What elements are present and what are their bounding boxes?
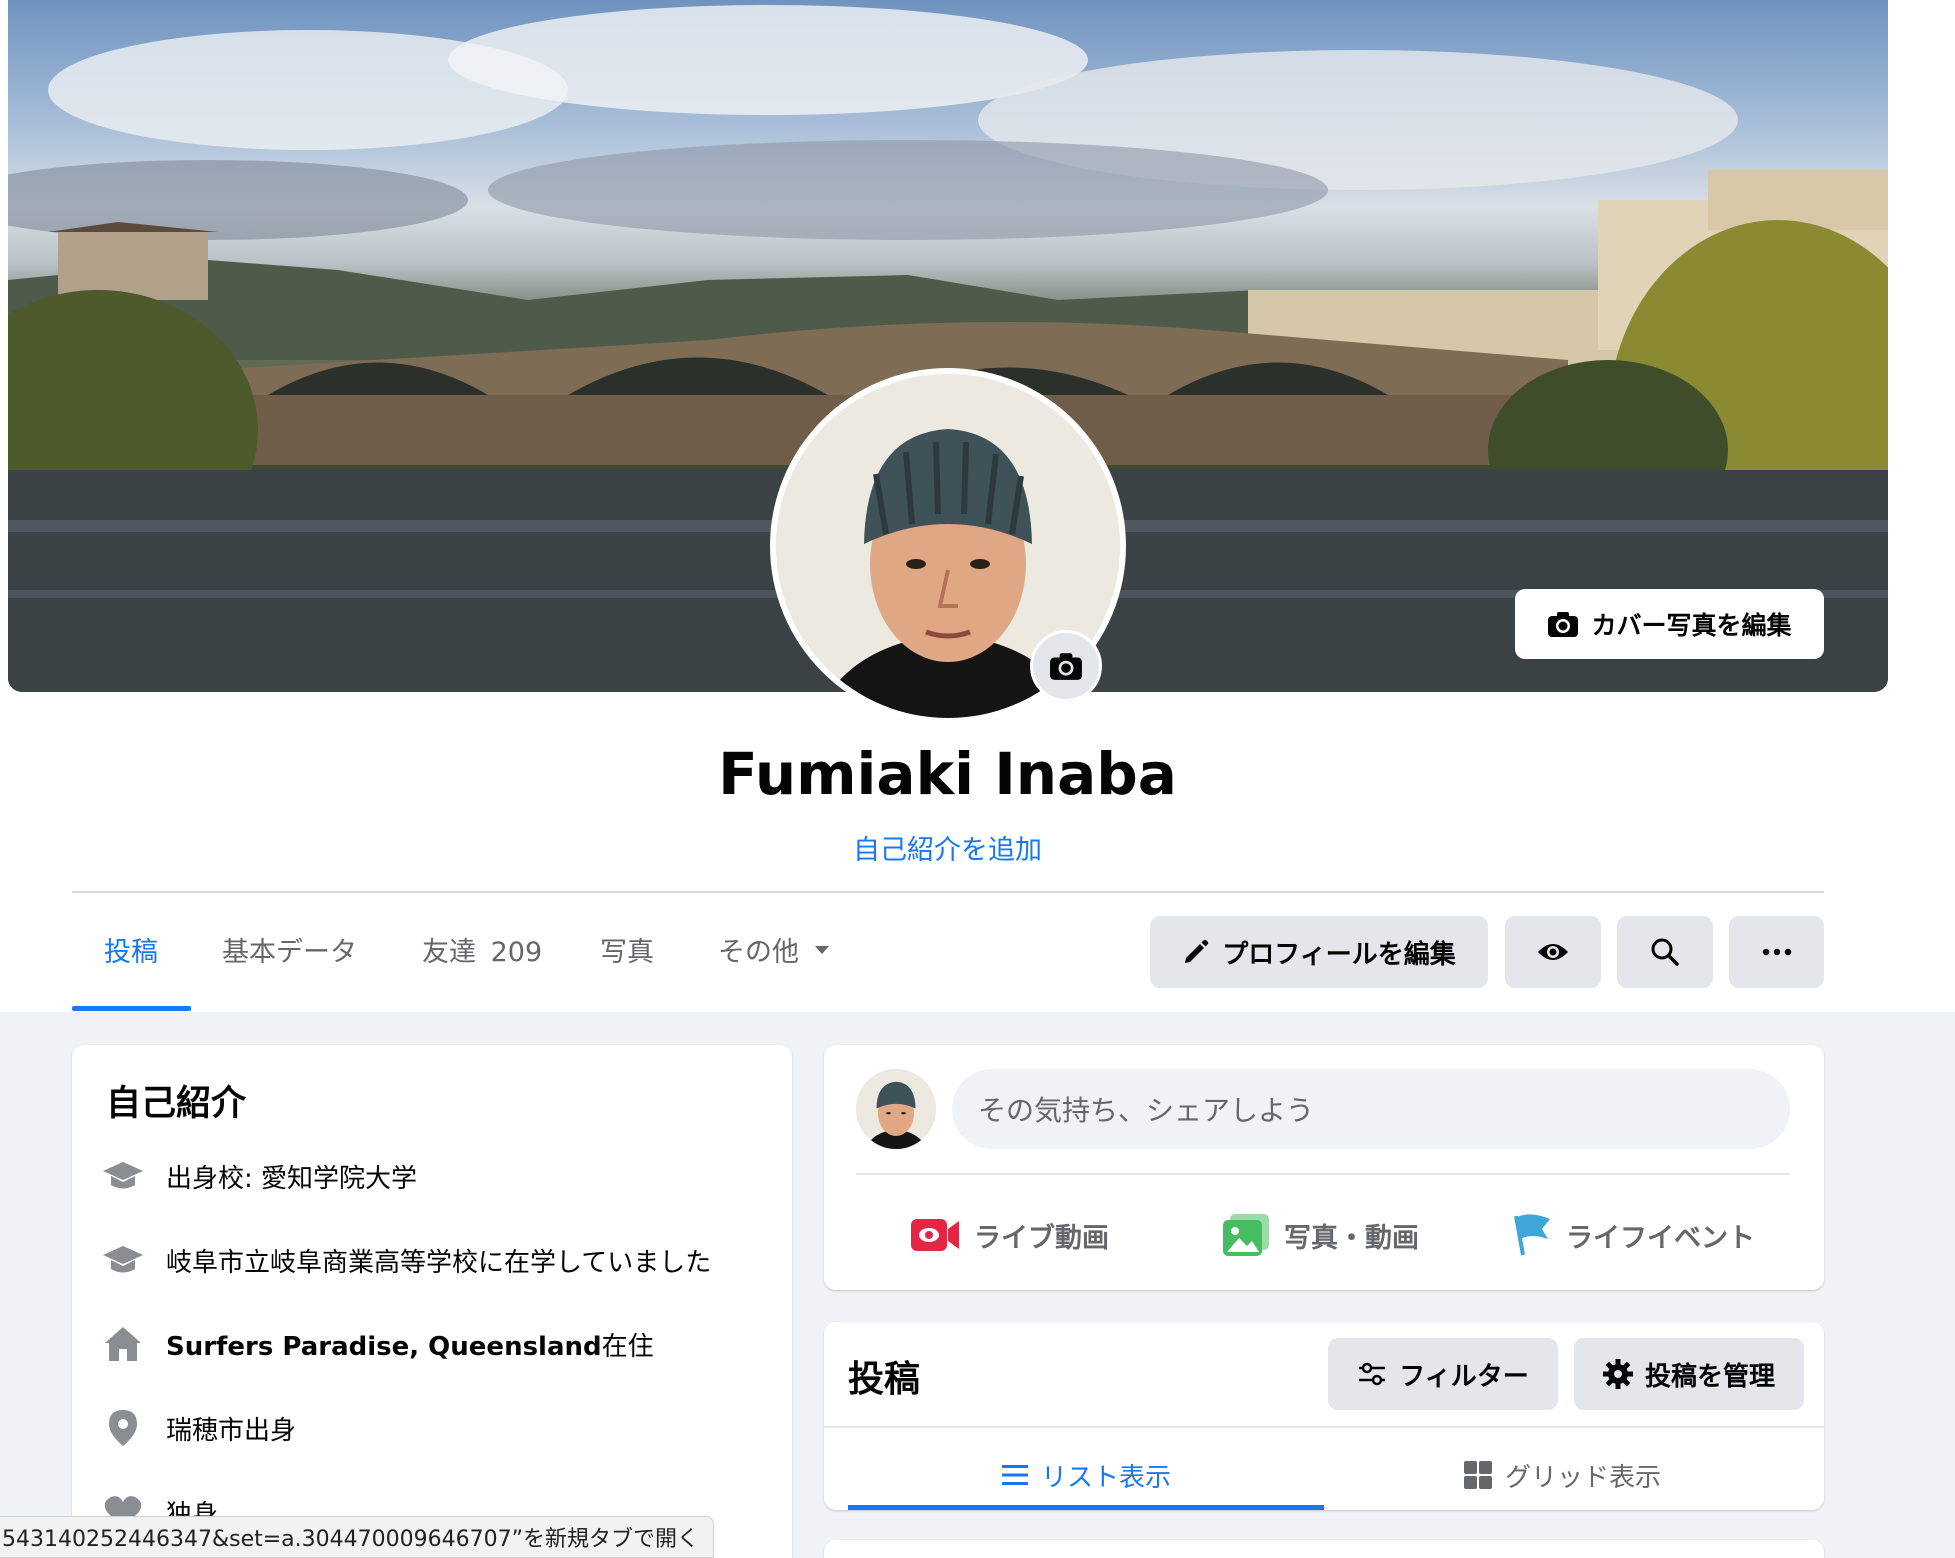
photo-video-button[interactable]: 写真・動画 bbox=[1222, 1205, 1419, 1265]
intro-item-education[interactable]: 出身校: 愛知学院大学 bbox=[102, 1155, 417, 1197]
active-view-indicator bbox=[848, 1505, 1324, 1510]
intro-item-hometown[interactable]: 瑞穂市出身 bbox=[102, 1407, 296, 1449]
intro-item-residence-place[interactable]: Surfers Paradise, Queensland bbox=[166, 1332, 602, 1362]
add-bio-link[interactable]: 自己紹介を追加 bbox=[0, 828, 1895, 867]
composer-divider bbox=[856, 1173, 1790, 1175]
home-icon bbox=[102, 1323, 144, 1365]
composer-avatar[interactable] bbox=[856, 1069, 936, 1149]
header-divider bbox=[72, 891, 1824, 893]
view-as-button[interactable] bbox=[1505, 916, 1601, 988]
post-composer: その気持ち、シェアしよう ライブ動画 写真・動画 ライフイベント bbox=[824, 1045, 1824, 1290]
location-pin-icon bbox=[102, 1407, 144, 1449]
filter-sliders-icon bbox=[1359, 1362, 1386, 1386]
gear-icon bbox=[1602, 1359, 1633, 1389]
tab-friends[interactable]: 友達 209 bbox=[422, 930, 542, 969]
eye-icon bbox=[1538, 944, 1568, 960]
camera-icon bbox=[1050, 653, 1082, 680]
more-options-button[interactable] bbox=[1729, 916, 1824, 988]
pencil-icon bbox=[1185, 939, 1209, 963]
intro-item-highschool[interactable]: 岐阜市立岐阜商業高等学校に在学していました bbox=[102, 1239, 711, 1281]
posts-header-card: 投稿 フィルター 投稿を管理 リスト表示 グリッド表示 bbox=[824, 1322, 1826, 1510]
posts-title: 投稿 bbox=[848, 1359, 921, 1400]
post-card bbox=[824, 1540, 1824, 1558]
tab-more[interactable]: その他 bbox=[718, 930, 831, 969]
list-view-tab[interactable]: リスト表示 bbox=[848, 1440, 1324, 1510]
composer-input[interactable]: その気持ち、シェアしよう bbox=[952, 1069, 1790, 1149]
list-icon bbox=[1001, 1465, 1028, 1485]
flag-icon bbox=[1514, 1214, 1550, 1256]
list-view-label: リスト表示 bbox=[1040, 1462, 1171, 1493]
manage-posts-button[interactable]: 投稿を管理 bbox=[1574, 1338, 1804, 1410]
tab-more-label: その他 bbox=[718, 937, 799, 968]
intro-item-residence-suffix: 在住 bbox=[601, 1331, 654, 1362]
profile-name: Fumiaki Inaba bbox=[718, 740, 1177, 808]
graduation-cap-icon bbox=[102, 1239, 144, 1281]
intro-item-highschool-text: 岐阜市立岐阜商業高等学校に在学していました bbox=[166, 1247, 712, 1278]
grid-icon bbox=[1463, 1461, 1492, 1489]
intro-item-hometown-text: 瑞穂市出身 bbox=[166, 1415, 297, 1446]
search-button[interactable] bbox=[1617, 916, 1713, 988]
intro-title: 自己紹介 bbox=[106, 1084, 247, 1124]
live-video-label: ライブ動画 bbox=[974, 1222, 1109, 1254]
tab-photos[interactable]: 写真 bbox=[600, 930, 654, 969]
browser-status-bar: 543140252446347&set=a.304470009646707”を新… bbox=[0, 1516, 714, 1558]
edit-cover-photo-button[interactable]: カバー写真を編集 bbox=[1515, 589, 1824, 659]
grid-view-tab[interactable]: グリッド表示 bbox=[1324, 1440, 1800, 1510]
tab-about[interactable]: 基本データ bbox=[222, 930, 357, 969]
intro-card: 自己紹介 出身校: 愛知学院大学 岐阜市立岐阜商業高等学校に在学していました S… bbox=[72, 1045, 792, 1558]
tab-posts[interactable]: 投稿 bbox=[104, 930, 158, 969]
ellipsis-icon bbox=[1762, 948, 1791, 956]
search-icon bbox=[1651, 938, 1679, 966]
live-video-button[interactable]: ライブ動画 bbox=[910, 1205, 1109, 1265]
edit-cover-photo-label: カバー写真を編集 bbox=[1591, 611, 1792, 640]
filter-button[interactable]: フィルター bbox=[1328, 1338, 1558, 1410]
life-event-button[interactable]: ライフイベント bbox=[1510, 1205, 1755, 1265]
grid-view-label: グリッド表示 bbox=[1504, 1462, 1661, 1493]
edit-profile-label: プロフィールを編集 bbox=[1222, 939, 1456, 970]
update-profile-picture-button[interactable] bbox=[1030, 630, 1102, 702]
friends-count: 209 bbox=[490, 937, 543, 968]
intro-item-residence[interactable]: Surfers Paradise, Queensland在住 bbox=[102, 1323, 654, 1365]
active-tab-indicator bbox=[72, 1006, 191, 1011]
camera-icon bbox=[1548, 612, 1579, 637]
life-event-label: ライフイベント bbox=[1566, 1222, 1755, 1254]
manage-posts-label: 投稿を管理 bbox=[1644, 1361, 1775, 1392]
photo-icon bbox=[1223, 1214, 1269, 1256]
tab-friends-label: 友達 bbox=[422, 937, 476, 968]
caret-down-icon bbox=[815, 945, 829, 954]
graduation-cap-icon bbox=[102, 1155, 144, 1197]
posts-divider bbox=[824, 1426, 1826, 1428]
edit-profile-button[interactable]: プロフィールを編集 bbox=[1150, 916, 1488, 988]
photo-video-label: 写真・動画 bbox=[1284, 1222, 1419, 1254]
video-camera-icon bbox=[911, 1219, 959, 1251]
intro-item-education-text: 出身校: 愛知学院大学 bbox=[166, 1163, 418, 1194]
profile-header: カバー写真を編集 Fumiaki Inaba 自己紹介を追加 投稿 基本データ … bbox=[0, 0, 1955, 1012]
filter-label: フィルター bbox=[1399, 1361, 1529, 1392]
